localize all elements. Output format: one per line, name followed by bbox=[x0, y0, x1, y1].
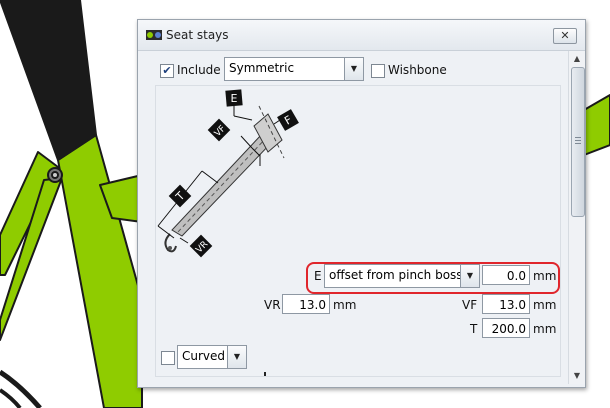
panel-marker bbox=[264, 372, 266, 376]
seat-stay-diagram: E F VF T VR bbox=[157, 89, 299, 258]
wishbone-label: Wishbone bbox=[388, 63, 447, 77]
include-checkbox[interactable]: ✔ bbox=[160, 64, 174, 78]
highlight-outline bbox=[306, 262, 560, 294]
curved-select[interactable]: Curved ▼ bbox=[177, 345, 247, 369]
frame-seat-tube-top bbox=[0, 0, 97, 161]
symmetry-value: Symmetric bbox=[229, 61, 295, 75]
scroll-up-icon[interactable]: ▲ bbox=[570, 52, 584, 66]
frame-seat-tube bbox=[57, 134, 143, 408]
title-bar[interactable]: Seat stays ✕ bbox=[138, 20, 585, 51]
vf-value-input[interactable]: 13.0 bbox=[482, 294, 530, 314]
vr-field-label: VR bbox=[264, 298, 281, 312]
vr-unit: mm bbox=[333, 298, 357, 312]
vf-unit: mm bbox=[533, 298, 557, 312]
close-button[interactable]: ✕ bbox=[553, 28, 577, 44]
wishbone-checkbox[interactable] bbox=[371, 64, 385, 78]
tag-e: E bbox=[231, 92, 238, 105]
t-value-input[interactable]: 200.0 bbox=[482, 318, 530, 338]
scroll-thumb[interactable] bbox=[571, 67, 585, 217]
app-icon bbox=[146, 30, 162, 40]
vf-field-label: VF bbox=[462, 298, 478, 312]
vr-value-input[interactable]: 13.0 bbox=[282, 294, 330, 314]
chevron-down-icon[interactable]: ▼ bbox=[344, 58, 363, 80]
t-unit: mm bbox=[533, 322, 557, 336]
dialog-content: ✔ Include Symmetric ▼ Wishbone E F VF T … bbox=[139, 51, 567, 384]
symmetry-select[interactable]: Symmetric ▼ bbox=[224, 57, 364, 81]
scroll-down-icon[interactable]: ▼ bbox=[570, 369, 584, 383]
chevron-down-icon[interactable]: ▼ bbox=[227, 346, 246, 368]
curved-checkbox[interactable] bbox=[161, 351, 175, 365]
curved-value: Curved bbox=[182, 349, 226, 363]
frame-right-tube bbox=[583, 94, 610, 156]
seat-stays-dialog: Seat stays ✕ ✔ Include Symmetric ▼ Wishb… bbox=[137, 19, 586, 388]
include-label: Include bbox=[177, 63, 221, 77]
wheel-arc bbox=[0, 369, 42, 408]
window-title: Seat stays bbox=[166, 28, 229, 42]
diagram-panel: E F VF T VR E offset from pinch boss ▼ 0… bbox=[155, 85, 561, 377]
t-field-label: T bbox=[470, 322, 478, 336]
vertical-scrollbar[interactable]: ▲ ▼ bbox=[568, 51, 585, 384]
